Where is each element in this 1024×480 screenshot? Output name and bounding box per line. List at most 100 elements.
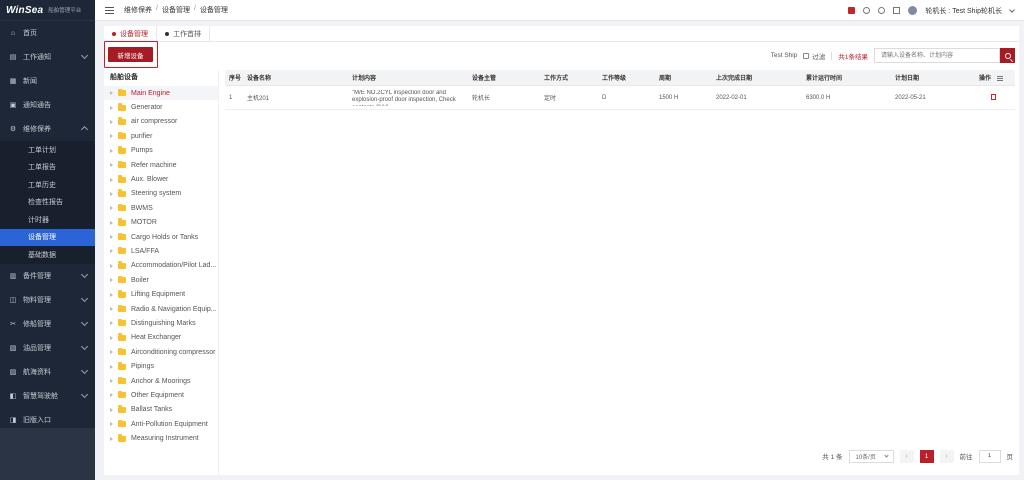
tree-node[interactable]: Ballast Tanks [104,403,218,417]
caret-right-icon[interactable] [110,407,113,412]
tree-node[interactable]: Distinguishing Marks [104,316,218,330]
tree-node[interactable]: purifier [104,129,218,143]
fullscreen-icon[interactable] [893,7,901,14]
sidebar-item[interactable]: ✂ 修船管理 [0,312,95,336]
caret-right-icon[interactable] [110,292,113,297]
tree-node[interactable]: Anti-Pollution Equipment [104,417,218,431]
user-name[interactable]: 轮机长 : Test Ship轮机长 [925,6,1002,16]
tree-node[interactable]: Steering system [104,187,218,201]
caret-right-icon[interactable] [110,393,113,398]
compass-icon[interactable] [863,7,871,14]
tree-node[interactable]: Pumps [104,144,218,158]
caret-right-icon[interactable] [110,220,113,225]
caret-right-icon[interactable] [110,177,113,182]
divider [831,51,833,60]
caret-right-icon[interactable] [110,191,113,196]
sidebar-item[interactable]: ⌂ 首页 [0,21,95,45]
sidebar-item[interactable]: ▨ 航海资料 [0,360,95,384]
table-row[interactable]: 1 主机201 "M/E NO.2CYL inspection door and e… [225,86,1015,110]
caret-right-icon[interactable] [110,91,113,96]
sidebar-item[interactable]: ◫ 物料管理 [0,288,95,312]
sidebar-item[interactable]: ▥ 备件管理 [0,264,95,288]
breadcrumb-item[interactable]: 设备管理 [162,5,190,15]
tree-node[interactable]: Radio & Navigation Equip... [104,302,218,316]
tree-node[interactable]: Main Engine [104,86,218,101]
caret-right-icon[interactable] [110,278,113,283]
clock-icon[interactable] [878,7,886,14]
next-page-button[interactable]: › [939,449,954,463]
avatar[interactable] [908,6,918,15]
submenu-item[interactable]: 基础数据 [0,246,95,264]
breadcrumb-separator: / [156,5,158,12]
caret-right-icon[interactable] [110,436,113,441]
tree-node[interactable]: Accommodation/Pilot Lad... [104,259,218,273]
search-input[interactable] [874,48,1000,63]
sidebar-item[interactable]: ⚙ 维修保养 [0,117,95,141]
submenu-item[interactable]: 检查性报告 [0,194,95,212]
tree-node[interactable]: LSA/FFA [104,244,218,258]
tree-node[interactable]: Measuring Instrument [104,431,218,445]
sidebar-item[interactable]: ▣ 通知通告 [0,93,95,117]
submenu-item[interactable]: 计时器 [0,211,95,229]
tree-node[interactable]: Cargo Holds or Tanks [104,230,218,244]
mail-icon[interactable] [848,7,856,14]
chevron-down-icon [80,294,89,302]
chevron-down-icon[interactable] [1009,6,1015,13]
tree-node[interactable]: Anchor & Moorings [104,374,218,388]
cell-level: D [602,94,607,101]
tree-node[interactable]: BWMS [104,201,218,215]
tree-node[interactable]: air compressor [104,115,218,129]
add-equipment-button[interactable]: 新增设备 [108,47,153,62]
tab-equipment-management[interactable]: 设备管理 [104,26,157,42]
caret-right-icon[interactable] [110,119,113,124]
column-settings-icon[interactable] [997,75,1003,81]
submenu-item[interactable]: 设备管理 [0,228,95,246]
tree-node[interactable]: Pipings [104,359,218,373]
sidebar-item[interactable]: ▧ 油品管理 [0,336,95,360]
tree-node[interactable]: Boiler [104,273,218,287]
caret-right-icon[interactable] [110,163,113,168]
caret-right-icon[interactable] [110,350,113,355]
tree-node[interactable]: Aux. Blower [104,172,218,186]
caret-right-icon[interactable] [110,235,113,240]
caret-right-icon[interactable] [110,249,113,254]
caret-right-icon[interactable] [110,335,113,340]
caret-right-icon[interactable] [110,422,113,427]
tree-node[interactable]: MOTOR [104,216,218,230]
folder-icon [118,146,126,154]
sidebar-item[interactable]: ▤ 工作通知 [0,45,95,69]
tree-node[interactable]: Airconditioning compressor [104,345,218,359]
tree-node[interactable]: Lifting Equipment [104,287,218,301]
caret-right-icon[interactable] [110,263,113,268]
caret-right-icon[interactable] [110,307,113,312]
caret-right-icon[interactable] [110,148,113,153]
column-header: 工作等级 [602,76,627,82]
page-size-select[interactable]: 10条/页 [848,449,894,463]
tree-node[interactable]: Other Equipment [104,388,218,402]
caret-right-icon[interactable] [110,206,113,211]
search-button[interactable] [1000,48,1015,63]
submenu-item[interactable]: 工单历史 [0,176,95,194]
tab-work-schedule[interactable]: 工作首排 [157,26,210,41]
submenu-item[interactable]: 工单计划 [0,141,95,159]
breadcrumb-item[interactable]: 维修保养 [124,5,152,15]
menu-toggle-icon[interactable] [105,6,114,14]
caret-right-icon[interactable] [110,321,113,326]
caret-right-icon[interactable] [110,134,113,139]
tree-node[interactable]: Heat Exchanger [104,331,218,345]
caret-right-icon[interactable] [110,379,113,383]
caret-right-icon[interactable] [110,105,113,110]
caret-right-icon[interactable] [110,364,113,369]
submenu-item[interactable]: 工单报告 [0,159,95,177]
page-number-current[interactable]: 1 [919,449,934,463]
tree-node[interactable]: Refer machine [104,158,218,172]
prev-page-button[interactable]: ‹ [899,449,914,463]
sidebar-item[interactable]: ▦ 新闻 [0,69,95,93]
filter-button[interactable]: 过滤 [803,51,825,61]
sidebar-item-label: 智慧驾驶舱 [23,392,58,400]
goto-page-input[interactable] [978,449,1001,463]
trash-icon[interactable] [991,93,996,100]
app-logo[interactable]: WinSea 船舶管理平台 [0,0,95,21]
tree-node[interactable]: Generator [104,100,218,114]
sidebar-item[interactable]: ◧ 智慧驾驶舱 [0,384,95,408]
